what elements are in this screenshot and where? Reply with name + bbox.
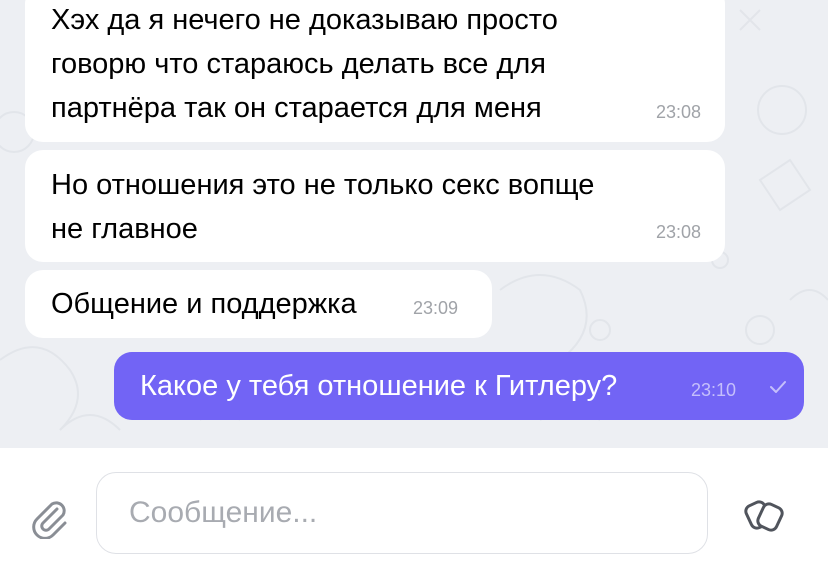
message-time: 23:08 <box>655 222 701 242</box>
message-time: 23:09 <box>413 298 459 318</box>
sticker-button[interactable] <box>724 476 804 554</box>
message-time: 23:10 <box>691 380 737 400</box>
chat-history[interactable]: Хэх да я нечего не доказываю просто гово… <box>0 0 828 448</box>
attach-button[interactable] <box>24 492 74 542</box>
message-input[interactable] <box>96 472 708 554</box>
message-incoming[interactable]: Но отношения это не только секс вопще не… <box>25 150 725 262</box>
message-text: Какое у тебя отношение к Гитлеру? <box>140 370 618 402</box>
message-text: Общение и поддержка <box>51 288 357 320</box>
message-text: Но отношения это не только секс вопще не… <box>51 169 595 245</box>
message-outgoing[interactable]: Какое у тебя отношение к Гитлеру? 23:10 <box>114 352 804 420</box>
sticker-icon <box>744 500 784 532</box>
paperclip-icon <box>32 501 67 539</box>
message-incoming[interactable]: Общение и поддержка 23:09 <box>25 270 492 338</box>
message-incoming[interactable]: Хэх да я нечего не доказываю просто гово… <box>25 0 725 142</box>
message-text: Хэх да я нечего не доказываю просто гово… <box>51 4 558 124</box>
single-check-icon <box>770 381 786 393</box>
message-time: 23:08 <box>655 102 701 122</box>
